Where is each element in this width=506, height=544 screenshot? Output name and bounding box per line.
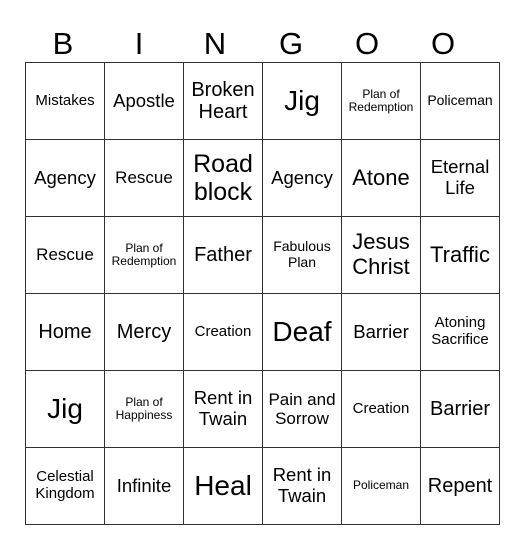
bingo-cell[interactable]: Repent — [420, 447, 500, 525]
grid-row: Home Mercy Creation Deaf Barrier Atoning… — [25, 293, 500, 371]
grid-row: Jig Plan of Happiness Rent in Twain Pain… — [25, 370, 500, 448]
bingo-cell[interactable]: Agency — [262, 139, 342, 217]
bingo-cell[interactable]: Jig — [262, 62, 342, 140]
bingo-cell[interactable]: Jesus Christ — [341, 216, 421, 294]
bingo-cell[interactable]: Broken Heart — [183, 62, 263, 140]
bingo-cell[interactable]: Mercy — [104, 293, 184, 371]
bingo-cell[interactable]: Atone — [341, 139, 421, 217]
bingo-cell[interactable]: Rent in Twain — [262, 447, 342, 525]
bingo-cell[interactable]: Road block — [183, 139, 263, 217]
bingo-cell[interactable]: Traffic — [420, 216, 500, 294]
header-letter: I — [134, 26, 144, 61]
bingo-cell[interactable]: Rescue — [25, 216, 105, 294]
bingo-cell[interactable]: Creation — [341, 370, 421, 448]
bingo-cell[interactable]: Plan of Redemption — [341, 62, 421, 140]
grid-row: Celestial Kingdom Infinite Heal Rent in … — [25, 447, 500, 525]
bingo-cell[interactable]: Plan of Redemption — [104, 216, 184, 294]
bingo-cell[interactable]: Heal — [183, 447, 263, 525]
bingo-cell[interactable]: Eternal Life — [420, 139, 500, 217]
bingo-cell[interactable]: Deaf — [262, 293, 342, 371]
bingo-cell[interactable]: Pain and Sorrow — [262, 370, 342, 448]
bingo-cell[interactable]: Infinite — [104, 447, 184, 525]
bingo-cell[interactable]: Home — [25, 293, 105, 371]
bingo-cell[interactable]: Barrier — [341, 293, 421, 371]
header-letter: B — [52, 26, 74, 61]
grid-row: Rescue Plan of Redemption Father Fabulou… — [25, 216, 500, 294]
header-letter: O — [354, 26, 380, 61]
bingo-cell[interactable]: Atoning Sacrifice — [420, 293, 500, 371]
bingo-cell[interactable]: Father — [183, 216, 263, 294]
bingo-cell[interactable]: Mistakes — [25, 62, 105, 140]
bingo-cell[interactable]: Policeman — [420, 62, 500, 140]
bingo-cell[interactable]: Plan of Happiness — [104, 370, 184, 448]
header-letter: G — [278, 26, 304, 61]
bingo-cell[interactable]: Jig — [25, 370, 105, 448]
bingo-cell[interactable]: Policeman — [341, 447, 421, 525]
bingo-cell[interactable]: Barrier — [420, 370, 500, 448]
bingo-cell[interactable]: Fabulous Plan — [262, 216, 342, 294]
bingo-cell[interactable]: Agency — [25, 139, 105, 217]
bingo-grid: Mistakes Apostle Broken Heart Jig Plan o… — [25, 62, 500, 525]
grid-row: Agency Rescue Road block Agency Atone Et… — [25, 139, 500, 217]
header-letter: O — [430, 26, 456, 61]
bingo-cell[interactable]: Rent in Twain — [183, 370, 263, 448]
bingo-cell[interactable]: Creation — [183, 293, 263, 371]
bingo-cell[interactable]: Celestial Kingdom — [25, 447, 105, 525]
header-letter: N — [203, 26, 227, 61]
grid-row: Mistakes Apostle Broken Heart Jig Plan o… — [25, 62, 500, 140]
bingo-cell[interactable]: Apostle — [104, 62, 184, 140]
bingo-header: B I N G O O — [25, 26, 481, 62]
bingo-cell[interactable]: Rescue — [104, 139, 184, 217]
